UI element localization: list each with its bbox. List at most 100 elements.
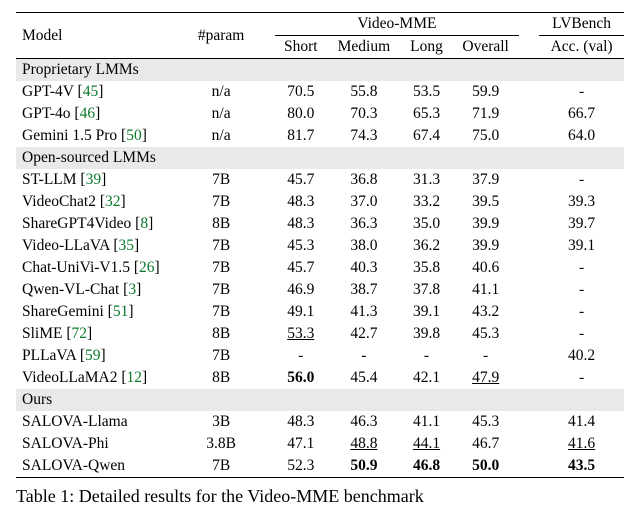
cell-short: 80.0 [275, 103, 327, 125]
cell-lvbench: 39.3 [539, 191, 624, 213]
cell-lvbench: 39.7 [539, 213, 624, 235]
table-row: ST-LLM [39]7B45.736.831.337.9- [16, 169, 624, 191]
cell-model: Gemini 1.5 Pro [50] [16, 125, 188, 147]
cell-long: 53.5 [401, 81, 452, 103]
cell-lvbench: 39.1 [539, 235, 624, 257]
cell-overall: - [452, 345, 519, 367]
cell-param: 8B [188, 323, 255, 345]
cell-long: 39.1 [401, 301, 452, 323]
cell-overall: 39.9 [452, 213, 519, 235]
cell-param: 7B [188, 455, 255, 478]
cell-lvbench: - [539, 169, 624, 191]
citation-link[interactable]: 26 [139, 259, 155, 276]
cell-overall: 46.7 [452, 433, 519, 455]
cell-short: 81.7 [275, 125, 327, 147]
cell-model: Video-LLaVA [35] [16, 235, 188, 257]
cell-lvbench: 41.6 [539, 433, 624, 455]
table-row: SALOVA-Qwen7B52.350.946.850.043.5 [16, 455, 624, 478]
cell-short: 53.3 [275, 323, 327, 345]
cell-param: 7B [188, 257, 255, 279]
table-row: ShareGPT4Video [8]8B48.336.335.039.939.7 [16, 213, 624, 235]
cell-lvbench: 66.7 [539, 103, 624, 125]
cell-lvbench: 40.2 [539, 345, 624, 367]
cell-model: VideoChat2 [32] [16, 191, 188, 213]
cell-param: 7B [188, 191, 255, 213]
cell-lvbench: - [539, 279, 624, 301]
cell-long: 44.1 [401, 433, 452, 455]
cell-short: 48.3 [275, 213, 327, 235]
cell-model: Qwen-VL-Chat [3] [16, 279, 188, 301]
citation-link[interactable]: 46 [80, 105, 96, 122]
cell-medium: 74.3 [327, 125, 401, 147]
table-row: Gemini 1.5 Pro [50]n/a81.774.367.475.064… [16, 125, 624, 147]
citation-link[interactable]: 32 [105, 193, 121, 210]
col-overall: Overall [452, 36, 519, 59]
col-lvbench-group: LVBench [539, 13, 624, 36]
citation-link[interactable]: 50 [126, 127, 142, 144]
cell-short: 45.7 [275, 169, 327, 191]
results-table: Model #param Video-MME LVBench Short Med… [16, 12, 624, 478]
cell-long: 41.1 [401, 411, 452, 433]
citation-link[interactable]: 35 [119, 237, 135, 254]
col-acc: Acc. (val) [539, 36, 624, 59]
cell-long: 46.8 [401, 455, 452, 478]
cell-short: 49.1 [275, 301, 327, 323]
citation-link[interactable]: 59 [85, 347, 101, 364]
cell-param: 7B [188, 345, 255, 367]
cell-long: 39.8 [401, 323, 452, 345]
cell-param: 7B [188, 235, 255, 257]
cell-lvbench: 43.5 [539, 455, 624, 478]
table-row: SliME [72]8B53.342.739.845.3- [16, 323, 624, 345]
cell-long: 67.4 [401, 125, 452, 147]
cell-medium: 37.0 [327, 191, 401, 213]
cell-short: 48.3 [275, 191, 327, 213]
cell-model: ShareGemini [51] [16, 301, 188, 323]
col-videomme-group: Video-MME [275, 13, 520, 36]
col-long: Long [401, 36, 452, 59]
citation-link[interactable]: 8 [140, 215, 148, 232]
table-row: ShareGemini [51]7B49.141.339.143.2- [16, 301, 624, 323]
cell-lvbench: 41.4 [539, 411, 624, 433]
cell-param: 7B [188, 301, 255, 323]
citation-link[interactable]: 45 [83, 83, 99, 100]
cell-medium: 36.8 [327, 169, 401, 191]
cell-medium: 38.7 [327, 279, 401, 301]
citation-link[interactable]: 3 [128, 281, 136, 298]
cell-medium: 55.8 [327, 81, 401, 103]
cell-model: SALOVA-Qwen [16, 455, 188, 478]
cell-medium: 50.9 [327, 455, 401, 478]
cell-short: 48.3 [275, 411, 327, 433]
col-medium: Medium [327, 36, 401, 59]
cell-param: 7B [188, 279, 255, 301]
col-model: Model [16, 13, 188, 59]
cell-medium: 45.4 [327, 367, 401, 389]
cell-overall: 39.5 [452, 191, 519, 213]
citation-link[interactable]: 12 [127, 369, 143, 386]
table-row: PLLaVA [59]7B----40.2 [16, 345, 624, 367]
cell-model: GPT-4o [46] [16, 103, 188, 125]
citation-link[interactable]: 51 [113, 303, 129, 320]
cell-short: - [275, 345, 327, 367]
table-caption: Table 1: Detailed results for the Video-… [16, 486, 624, 507]
cell-overall: 45.3 [452, 411, 519, 433]
cell-model: SliME [72] [16, 323, 188, 345]
cell-overall: 37.9 [452, 169, 519, 191]
cell-medium: 40.3 [327, 257, 401, 279]
cell-short: 46.9 [275, 279, 327, 301]
group-header: Ours [16, 389, 624, 411]
cell-long: 37.8 [401, 279, 452, 301]
citation-link[interactable]: 39 [86, 171, 102, 188]
table-row: SALOVA-Phi3.8B47.148.844.146.741.6 [16, 433, 624, 455]
cell-overall: 45.3 [452, 323, 519, 345]
cell-short: 70.5 [275, 81, 327, 103]
cell-lvbench: - [539, 301, 624, 323]
cell-short: 45.7 [275, 257, 327, 279]
cell-medium: - [327, 345, 401, 367]
cell-overall: 41.1 [452, 279, 519, 301]
cell-medium: 36.3 [327, 213, 401, 235]
cell-short: 52.3 [275, 455, 327, 478]
cell-param: n/a [188, 103, 255, 125]
group-header: Proprietary LMMs [16, 59, 624, 82]
cell-short: 56.0 [275, 367, 327, 389]
citation-link[interactable]: 72 [72, 325, 88, 342]
